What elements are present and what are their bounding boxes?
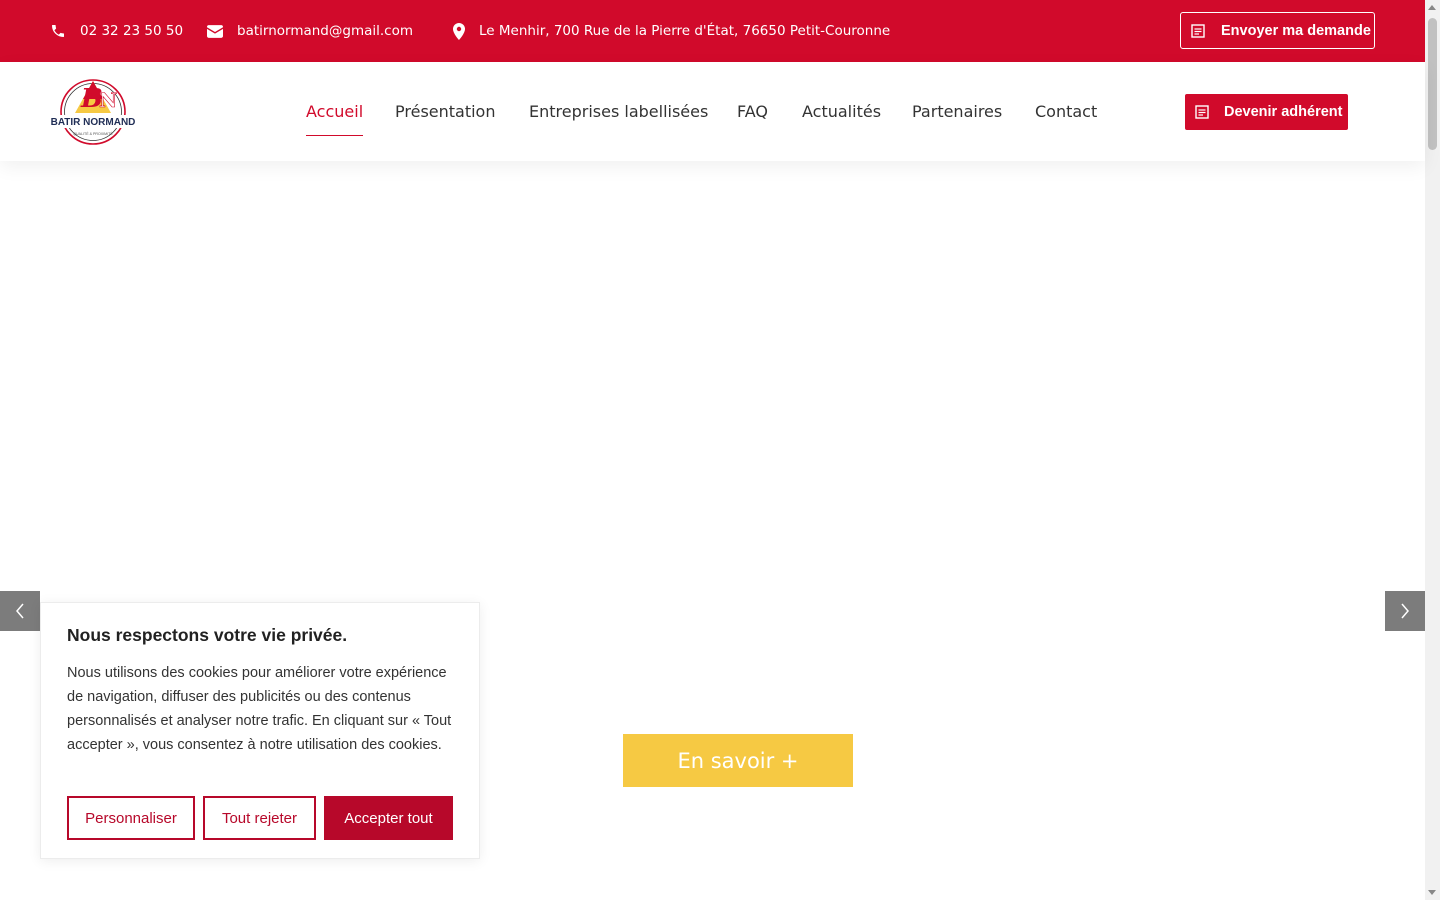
form-icon: [1191, 23, 1205, 38]
phone-contact[interactable]: 02 32 23 50 50: [50, 0, 183, 62]
site-header: B N BATIR NORMAND QUALITÉ & PROXIMITÉ Ac…: [0, 62, 1425, 161]
cookie-consent-banner: Nous respectons votre vie privée. Nous u…: [40, 602, 480, 859]
top-contact-bar: 02 32 23 50 50 batirnormand@gmail.com Le…: [0, 0, 1425, 62]
chevron-right-icon: [1401, 603, 1409, 619]
reject-all-button[interactable]: Tout rejeter: [203, 796, 316, 840]
email-address: batirnormand@gmail.com: [237, 23, 413, 39]
learn-more-button[interactable]: En savoir +: [623, 734, 853, 787]
address-text: Le Menhir, 700 Rue de la Pierre d'État, …: [479, 23, 891, 39]
scroll-down-arrow-icon[interactable]: [1428, 890, 1436, 895]
customize-cookies-button[interactable]: Personnaliser: [67, 796, 195, 840]
site-logo[interactable]: B N BATIR NORMAND QUALITÉ & PROXIMITÉ: [49, 77, 137, 147]
map-pin-icon: [453, 22, 465, 40]
svg-text:N: N: [99, 88, 117, 112]
nav-entreprises-labellisees[interactable]: Entreprises labellisées: [529, 62, 708, 161]
nav-partenaires[interactable]: Partenaires: [912, 62, 1002, 161]
become-member-button[interactable]: Devenir adhérent: [1185, 94, 1348, 130]
form-icon: [1195, 105, 1209, 119]
page-scrollbar[interactable]: [1425, 0, 1440, 900]
slider-prev-button[interactable]: [0, 591, 40, 631]
phone-number: 02 32 23 50 50: [80, 23, 184, 39]
nav-actualites[interactable]: Actualités: [802, 62, 881, 161]
logo-wordmark: BATIR NORMAND: [51, 117, 136, 128]
chevron-left-icon: [16, 603, 24, 619]
email-contact[interactable]: batirnormand@gmail.com: [207, 0, 413, 62]
nav-accueil[interactable]: Accueil: [306, 62, 364, 161]
scroll-up-arrow-icon[interactable]: [1428, 5, 1436, 10]
nav-presentation[interactable]: Présentation: [395, 62, 495, 161]
become-member-label: Devenir adhérent: [1224, 104, 1343, 120]
send-request-button[interactable]: Envoyer ma demande: [1180, 12, 1375, 49]
accept-all-button[interactable]: Accepter tout: [324, 796, 453, 840]
send-request-label: Envoyer ma demande: [1221, 22, 1371, 39]
batir-normand-logo-icon: B N BATIR NORMAND QUALITÉ & PROXIMITÉ: [50, 79, 136, 145]
address-contact[interactable]: Le Menhir, 700 Rue de la Pierre d'État, …: [453, 0, 890, 62]
slider-next-button[interactable]: [1385, 591, 1425, 631]
cookie-description: Nous utilisons des cookies pour améliore…: [67, 665, 452, 753]
cookie-title: Nous respectons votre vie privée.: [67, 625, 348, 645]
nav-contact[interactable]: Contact: [1035, 62, 1097, 161]
logo-tagline: QUALITÉ & PROXIMITÉ: [73, 131, 113, 136]
phone-icon: [52, 25, 64, 37]
scrollbar-thumb[interactable]: [1428, 18, 1437, 150]
nav-faq[interactable]: FAQ: [737, 62, 768, 161]
envelope-icon: [207, 24, 223, 38]
